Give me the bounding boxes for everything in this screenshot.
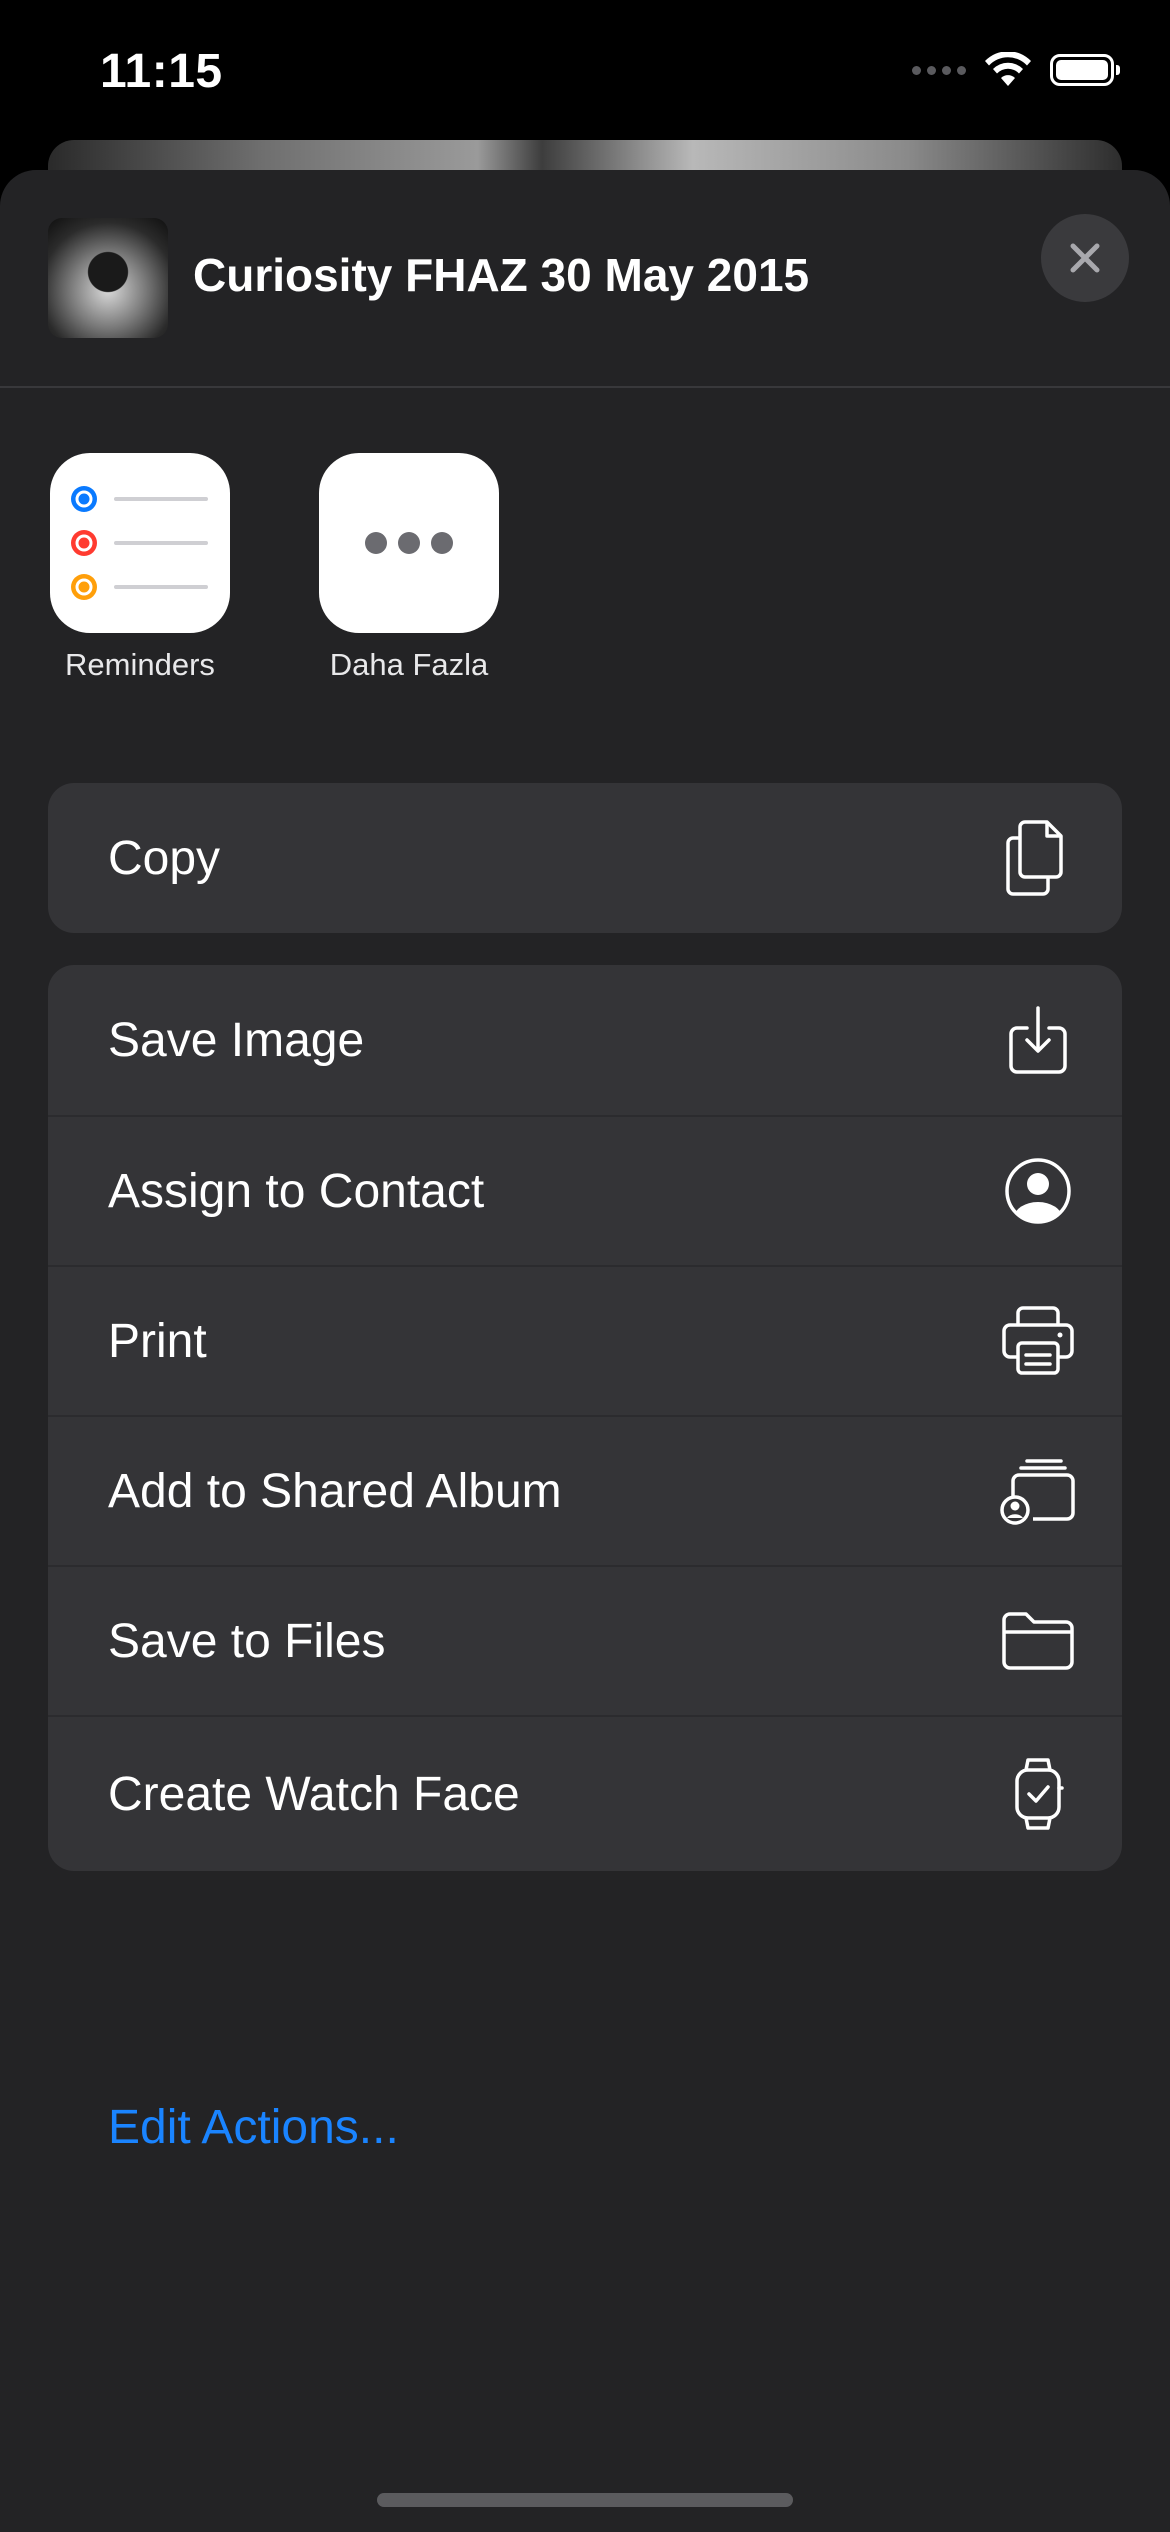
status-bar: 11:15 xyxy=(0,0,1170,150)
app-reminders[interactable]: Reminders xyxy=(20,453,260,683)
action-group-secondary: Save Image Assign to Contact Print Add t… xyxy=(48,965,1122,1871)
contact-icon xyxy=(998,1151,1078,1231)
action-copy[interactable]: Copy xyxy=(48,783,1122,933)
action-print[interactable]: Print xyxy=(48,1265,1122,1415)
printer-icon xyxy=(998,1301,1078,1381)
photo-thumbnail xyxy=(48,218,168,338)
action-group-primary: Copy xyxy=(48,783,1122,933)
action-label: Save Image xyxy=(108,1013,365,1067)
action-label: Save to Files xyxy=(108,1614,386,1668)
copy-icon xyxy=(998,818,1078,898)
save-image-icon xyxy=(998,1000,1078,1080)
share-sheet: Curiosity FHAZ 30 May 2015 Reminders Dah… xyxy=(0,170,1170,2532)
cellular-signal-icon xyxy=(912,65,966,75)
status-time: 11:15 xyxy=(100,45,223,98)
share-apps-row: Reminders Daha Fazla xyxy=(0,453,1170,693)
action-assign-to-contact[interactable]: Assign to Contact xyxy=(48,1115,1122,1265)
folder-icon xyxy=(998,1601,1078,1681)
watch-icon xyxy=(998,1754,1078,1834)
status-indicators xyxy=(912,52,1120,88)
action-label: Assign to Contact xyxy=(108,1164,485,1218)
more-icon xyxy=(319,453,499,633)
action-label: Create Watch Face xyxy=(108,1767,520,1821)
reminders-icon xyxy=(50,453,230,633)
share-sheet-title: Curiosity FHAZ 30 May 2015 xyxy=(193,249,810,301)
battery-icon xyxy=(1050,54,1120,86)
close-icon xyxy=(1070,243,1100,273)
app-more[interactable]: Daha Fazla xyxy=(289,453,529,683)
share-sheet-header: Curiosity FHAZ 30 May 2015 xyxy=(0,170,1170,388)
edit-actions-link[interactable]: Edit Actions... xyxy=(108,2100,399,2155)
action-save-to-files[interactable]: Save to Files xyxy=(48,1565,1122,1715)
action-label: Copy xyxy=(108,831,221,885)
action-save-image[interactable]: Save Image xyxy=(48,965,1122,1115)
action-label: Print xyxy=(108,1314,207,1368)
action-create-watch-face[interactable]: Create Watch Face xyxy=(48,1715,1122,1871)
action-label: Add to Shared Album xyxy=(108,1464,562,1518)
app-label: Daha Fazla xyxy=(329,647,489,682)
close-button[interactable] xyxy=(1041,214,1129,302)
wifi-icon xyxy=(985,52,1031,86)
home-indicator[interactable] xyxy=(377,2493,793,2507)
action-add-to-shared-album[interactable]: Add to Shared Album xyxy=(48,1415,1122,1565)
shared-album-icon xyxy=(998,1451,1078,1531)
app-label: Reminders xyxy=(65,647,215,682)
